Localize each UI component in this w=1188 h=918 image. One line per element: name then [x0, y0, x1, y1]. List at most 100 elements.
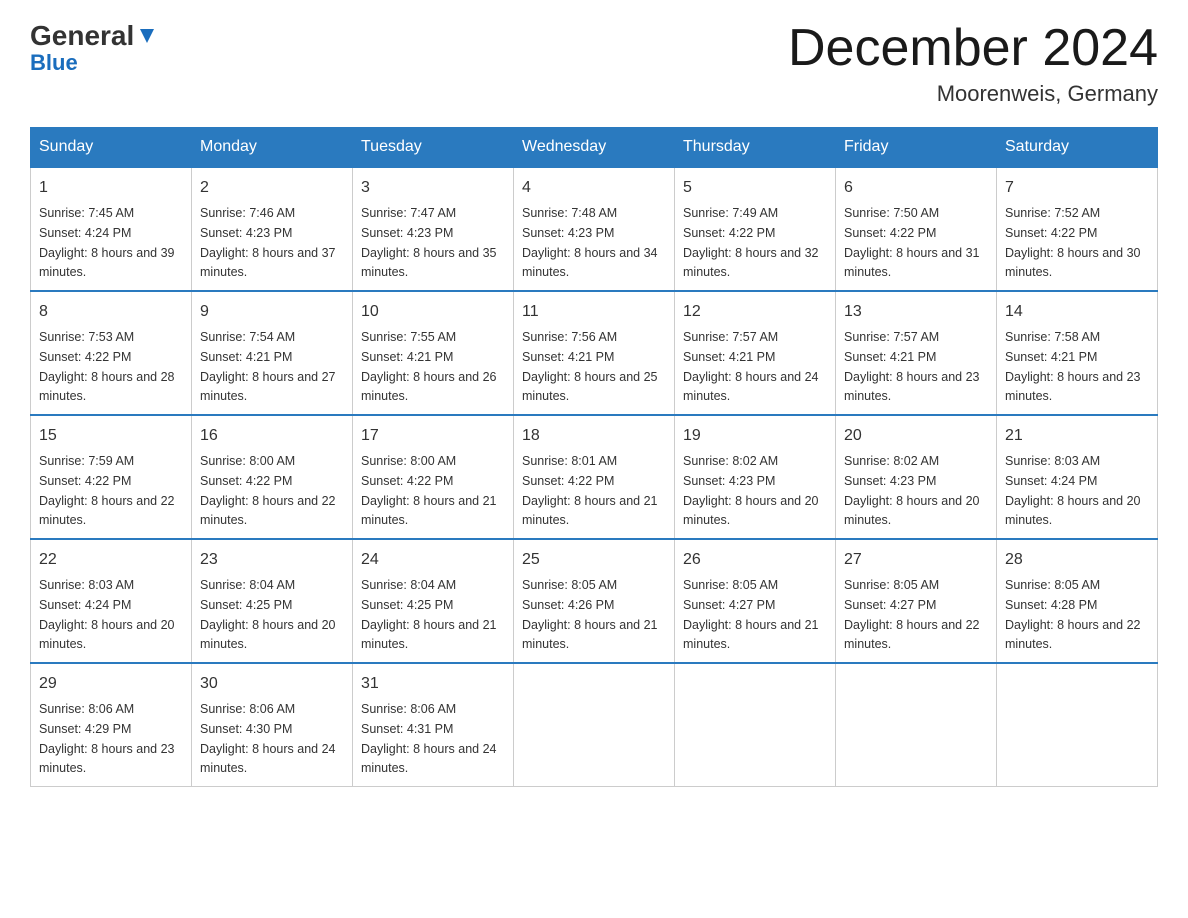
day-number: 12: [683, 300, 827, 324]
day-info: Sunrise: 7:55 AMSunset: 4:21 PMDaylight:…: [361, 330, 497, 403]
logo: General Blue: [30, 20, 158, 76]
calendar-table: SundayMondayTuesdayWednesdayThursdayFrid…: [30, 127, 1158, 787]
day-info: Sunrise: 8:06 AMSunset: 4:31 PMDaylight:…: [361, 702, 497, 775]
day-number: 19: [683, 424, 827, 448]
calendar-cell: 1 Sunrise: 7:45 AMSunset: 4:24 PMDayligh…: [31, 167, 192, 291]
day-info: Sunrise: 7:47 AMSunset: 4:23 PMDaylight:…: [361, 206, 497, 279]
calendar-cell: 11 Sunrise: 7:56 AMSunset: 4:21 PMDaylig…: [514, 291, 675, 415]
weekday-header-saturday: Saturday: [997, 128, 1158, 168]
day-info: Sunrise: 7:54 AMSunset: 4:21 PMDaylight:…: [200, 330, 336, 403]
day-number: 31: [361, 672, 505, 696]
week-row-3: 15 Sunrise: 7:59 AMSunset: 4:22 PMDaylig…: [31, 415, 1158, 539]
logo-triangle-icon: [136, 25, 158, 47]
day-info: Sunrise: 8:05 AMSunset: 4:27 PMDaylight:…: [683, 578, 819, 651]
calendar-cell: 2 Sunrise: 7:46 AMSunset: 4:23 PMDayligh…: [192, 167, 353, 291]
calendar-cell: 9 Sunrise: 7:54 AMSunset: 4:21 PMDayligh…: [192, 291, 353, 415]
weekday-header-friday: Friday: [836, 128, 997, 168]
week-row-2: 8 Sunrise: 7:53 AMSunset: 4:22 PMDayligh…: [31, 291, 1158, 415]
day-info: Sunrise: 7:53 AMSunset: 4:22 PMDaylight:…: [39, 330, 175, 403]
day-info: Sunrise: 8:03 AMSunset: 4:24 PMDaylight:…: [39, 578, 175, 651]
day-number: 1: [39, 176, 183, 200]
logo-blue: Blue: [30, 50, 78, 76]
day-info: Sunrise: 8:02 AMSunset: 4:23 PMDaylight:…: [683, 454, 819, 527]
day-number: 27: [844, 548, 988, 572]
calendar-cell: 25 Sunrise: 8:05 AMSunset: 4:26 PMDaylig…: [514, 539, 675, 663]
day-number: 13: [844, 300, 988, 324]
calendar-cell: 27 Sunrise: 8:05 AMSunset: 4:27 PMDaylig…: [836, 539, 997, 663]
calendar-cell: 14 Sunrise: 7:58 AMSunset: 4:21 PMDaylig…: [997, 291, 1158, 415]
week-row-5: 29 Sunrise: 8:06 AMSunset: 4:29 PMDaylig…: [31, 663, 1158, 787]
day-info: Sunrise: 8:04 AMSunset: 4:25 PMDaylight:…: [361, 578, 497, 651]
calendar-cell: 19 Sunrise: 8:02 AMSunset: 4:23 PMDaylig…: [675, 415, 836, 539]
day-number: 4: [522, 176, 666, 200]
day-number: 10: [361, 300, 505, 324]
calendar-cell: 21 Sunrise: 8:03 AMSunset: 4:24 PMDaylig…: [997, 415, 1158, 539]
title-area: December 2024 Moorenweis, Germany: [788, 20, 1158, 107]
day-info: Sunrise: 8:05 AMSunset: 4:28 PMDaylight:…: [1005, 578, 1141, 651]
calendar-cell: [997, 663, 1158, 787]
calendar-cell: 30 Sunrise: 8:06 AMSunset: 4:30 PMDaylig…: [192, 663, 353, 787]
calendar-cell: 16 Sunrise: 8:00 AMSunset: 4:22 PMDaylig…: [192, 415, 353, 539]
calendar-cell: 3 Sunrise: 7:47 AMSunset: 4:23 PMDayligh…: [353, 167, 514, 291]
day-number: 3: [361, 176, 505, 200]
month-title: December 2024: [788, 20, 1158, 77]
day-info: Sunrise: 8:00 AMSunset: 4:22 PMDaylight:…: [200, 454, 336, 527]
day-info: Sunrise: 7:52 AMSunset: 4:22 PMDaylight:…: [1005, 206, 1141, 279]
day-info: Sunrise: 7:49 AMSunset: 4:22 PMDaylight:…: [683, 206, 819, 279]
day-number: 28: [1005, 548, 1149, 572]
calendar-cell: 31 Sunrise: 8:06 AMSunset: 4:31 PMDaylig…: [353, 663, 514, 787]
calendar-cell: 28 Sunrise: 8:05 AMSunset: 4:28 PMDaylig…: [997, 539, 1158, 663]
day-info: Sunrise: 8:00 AMSunset: 4:22 PMDaylight:…: [361, 454, 497, 527]
day-number: 6: [844, 176, 988, 200]
week-row-1: 1 Sunrise: 7:45 AMSunset: 4:24 PMDayligh…: [31, 167, 1158, 291]
day-number: 5: [683, 176, 827, 200]
day-info: Sunrise: 8:01 AMSunset: 4:22 PMDaylight:…: [522, 454, 658, 527]
day-info: Sunrise: 7:48 AMSunset: 4:23 PMDaylight:…: [522, 206, 658, 279]
calendar-cell: 5 Sunrise: 7:49 AMSunset: 4:22 PMDayligh…: [675, 167, 836, 291]
calendar-cell: 7 Sunrise: 7:52 AMSunset: 4:22 PMDayligh…: [997, 167, 1158, 291]
day-info: Sunrise: 7:45 AMSunset: 4:24 PMDaylight:…: [39, 206, 175, 279]
day-number: 30: [200, 672, 344, 696]
calendar-cell: [514, 663, 675, 787]
calendar-cell: [836, 663, 997, 787]
calendar-cell: 17 Sunrise: 8:00 AMSunset: 4:22 PMDaylig…: [353, 415, 514, 539]
day-number: 11: [522, 300, 666, 324]
day-info: Sunrise: 7:56 AMSunset: 4:21 PMDaylight:…: [522, 330, 658, 403]
weekday-header-row: SundayMondayTuesdayWednesdayThursdayFrid…: [31, 128, 1158, 168]
day-info: Sunrise: 7:59 AMSunset: 4:22 PMDaylight:…: [39, 454, 175, 527]
day-number: 18: [522, 424, 666, 448]
calendar-cell: 15 Sunrise: 7:59 AMSunset: 4:22 PMDaylig…: [31, 415, 192, 539]
weekday-header-thursday: Thursday: [675, 128, 836, 168]
weekday-header-sunday: Sunday: [31, 128, 192, 168]
day-number: 20: [844, 424, 988, 448]
day-number: 15: [39, 424, 183, 448]
day-info: Sunrise: 7:50 AMSunset: 4:22 PMDaylight:…: [844, 206, 980, 279]
day-info: Sunrise: 8:06 AMSunset: 4:30 PMDaylight:…: [200, 702, 336, 775]
calendar-cell: 13 Sunrise: 7:57 AMSunset: 4:21 PMDaylig…: [836, 291, 997, 415]
calendar-cell: 26 Sunrise: 8:05 AMSunset: 4:27 PMDaylig…: [675, 539, 836, 663]
day-number: 8: [39, 300, 183, 324]
day-info: Sunrise: 7:57 AMSunset: 4:21 PMDaylight:…: [683, 330, 819, 403]
calendar-cell: 24 Sunrise: 8:04 AMSunset: 4:25 PMDaylig…: [353, 539, 514, 663]
logo-general: General: [30, 20, 134, 52]
day-number: 14: [1005, 300, 1149, 324]
day-info: Sunrise: 8:03 AMSunset: 4:24 PMDaylight:…: [1005, 454, 1141, 527]
calendar-cell: 22 Sunrise: 8:03 AMSunset: 4:24 PMDaylig…: [31, 539, 192, 663]
day-number: 21: [1005, 424, 1149, 448]
calendar-cell: 10 Sunrise: 7:55 AMSunset: 4:21 PMDaylig…: [353, 291, 514, 415]
page-header: General Blue December 2024 Moorenweis, G…: [30, 20, 1158, 107]
day-info: Sunrise: 8:02 AMSunset: 4:23 PMDaylight:…: [844, 454, 980, 527]
calendar-cell: 12 Sunrise: 7:57 AMSunset: 4:21 PMDaylig…: [675, 291, 836, 415]
weekday-header-monday: Monday: [192, 128, 353, 168]
weekday-header-tuesday: Tuesday: [353, 128, 514, 168]
day-number: 7: [1005, 176, 1149, 200]
day-number: 29: [39, 672, 183, 696]
day-number: 2: [200, 176, 344, 200]
day-number: 24: [361, 548, 505, 572]
week-row-4: 22 Sunrise: 8:03 AMSunset: 4:24 PMDaylig…: [31, 539, 1158, 663]
weekday-header-wednesday: Wednesday: [514, 128, 675, 168]
day-info: Sunrise: 7:58 AMSunset: 4:21 PMDaylight:…: [1005, 330, 1141, 403]
day-info: Sunrise: 7:57 AMSunset: 4:21 PMDaylight:…: [844, 330, 980, 403]
calendar-cell: 8 Sunrise: 7:53 AMSunset: 4:22 PMDayligh…: [31, 291, 192, 415]
calendar-cell: 23 Sunrise: 8:04 AMSunset: 4:25 PMDaylig…: [192, 539, 353, 663]
